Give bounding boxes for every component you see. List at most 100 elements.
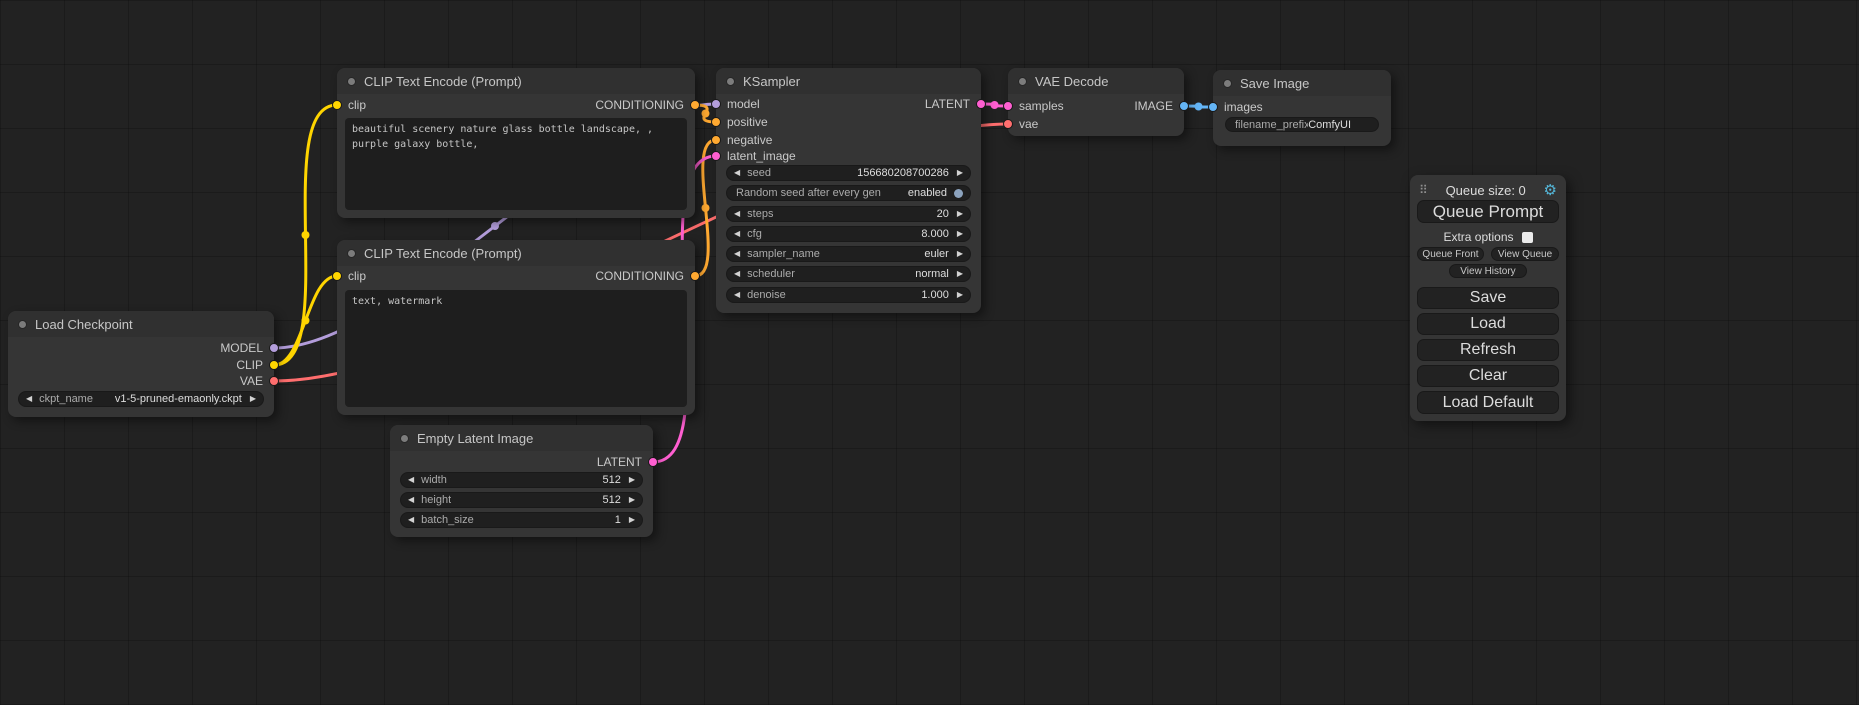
images-input-port[interactable] [1208,102,1218,112]
queue-front-button[interactable]: Queue Front [1417,247,1484,261]
refresh-button[interactable]: Refresh [1417,339,1559,361]
widget-seed[interactable]: ◀ seed 156680208700286 ▶ [726,165,971,181]
image-output-port[interactable] [1179,101,1189,111]
output-slot-latent[interactable]: LATENT [597,456,658,468]
node-title-bar[interactable]: CLIP Text Encode (Prompt) [337,68,695,94]
collapse-dot-icon[interactable] [347,249,356,258]
node-title-bar[interactable]: VAE Decode [1008,68,1184,94]
model-output-port[interactable] [269,343,279,353]
node-clip-text-encode-negative[interactable]: CLIP Text Encode (Prompt) clip CONDITION… [337,240,695,415]
toggle-dot-icon[interactable] [954,189,963,198]
input-slot-positive[interactable]: positive [711,116,768,128]
node-empty-latent-image[interactable]: Empty Latent Image LATENT ◀ width 512 ▶ … [390,425,653,537]
node-title-bar[interactable]: Load Checkpoint [8,311,274,337]
node-graph-canvas[interactable]: Load Checkpoint MODEL CLIP VAE ◀ ckpt_na… [0,0,1859,705]
load-default-button[interactable]: Load Default [1417,391,1559,414]
input-slot-clip[interactable]: clip [332,270,366,282]
node-title-bar[interactable]: Save Image [1213,70,1391,96]
increment-arrow-icon[interactable]: ▶ [957,291,963,299]
samples-input-port[interactable] [1003,101,1013,111]
input-slot-clip[interactable]: clip [332,99,366,111]
decrement-arrow-icon[interactable]: ◀ [734,230,740,238]
output-slot-clip[interactable]: CLIP [236,359,279,371]
node-title-bar[interactable]: CLIP Text Encode (Prompt) [337,240,695,266]
model-input-port[interactable] [711,99,721,109]
widget-batch-size[interactable]: ◀ batch_size 1 ▶ [400,512,643,528]
latent-output-port[interactable] [976,99,986,109]
clip-input-port[interactable] [332,100,342,110]
input-slot-images[interactable]: images [1208,101,1263,113]
negative-input-port[interactable] [711,135,721,145]
decrement-arrow-icon[interactable]: ◀ [734,250,740,258]
increment-arrow-icon[interactable]: ▶ [629,496,635,504]
widget-height[interactable]: ◀ height 512 ▶ [400,492,643,508]
conditioning-output-port[interactable] [690,271,700,281]
output-slot-image[interactable]: IMAGE [1134,100,1189,112]
widget-width[interactable]: ◀ width 512 ▶ [400,472,643,488]
view-queue-button[interactable]: View Queue [1491,247,1559,261]
collapse-dot-icon[interactable] [726,77,735,86]
load-button[interactable]: Load [1417,313,1559,335]
node-title-bar[interactable]: Empty Latent Image [390,425,653,451]
collapse-dot-icon[interactable] [400,434,409,443]
widget-denoise[interactable]: ◀ denoise 1.000 ▶ [726,287,971,303]
widget-cfg[interactable]: ◀ cfg 8.000 ▶ [726,226,971,242]
increment-arrow-icon[interactable]: ▶ [629,476,635,484]
input-slot-vae[interactable]: vae [1003,118,1038,130]
input-slot-samples[interactable]: samples [1003,100,1064,112]
increment-arrow-icon[interactable]: ▶ [957,270,963,278]
increment-arrow-icon[interactable]: ▶ [250,395,256,403]
widget-random-seed-toggle[interactable]: Random seed after every gen enabled [726,185,971,201]
increment-arrow-icon[interactable]: ▶ [957,250,963,258]
collapse-dot-icon[interactable] [1223,79,1232,88]
node-title-bar[interactable]: KSampler [716,68,981,94]
increment-arrow-icon[interactable]: ▶ [957,230,963,238]
decrement-arrow-icon[interactable]: ◀ [408,496,414,504]
decrement-arrow-icon[interactable]: ◀ [734,210,740,218]
latent-image-input-port[interactable] [711,151,721,161]
collapse-dot-icon[interactable] [1018,77,1027,86]
increment-arrow-icon[interactable]: ▶ [957,210,963,218]
save-button[interactable]: Save [1417,287,1559,309]
node-save-image[interactable]: Save Image images filename_prefix ComfyU… [1213,70,1391,146]
clear-button[interactable]: Clear [1417,365,1559,387]
decrement-arrow-icon[interactable]: ◀ [734,291,740,299]
widget-filename-prefix[interactable]: filename_prefix ComfyUI [1225,117,1379,132]
extra-options-checkbox[interactable] [1522,232,1533,243]
drag-handle-icon[interactable]: ⠿ [1419,183,1428,197]
prompt-textarea[interactable]: beautiful scenery nature glass bottle la… [345,118,687,210]
node-load-checkpoint[interactable]: Load Checkpoint MODEL CLIP VAE ◀ ckpt_na… [8,311,274,417]
queue-prompt-button[interactable]: Queue Prompt [1417,200,1559,223]
positive-input-port[interactable] [711,117,721,127]
node-clip-text-encode-positive[interactable]: CLIP Text Encode (Prompt) clip CONDITION… [337,68,695,218]
output-slot-model[interactable]: MODEL [220,342,279,354]
decrement-arrow-icon[interactable]: ◀ [408,516,414,524]
settings-gear-icon[interactable]: ⚙ [1544,183,1557,198]
output-slot-conditioning[interactable]: CONDITIONING [595,99,700,111]
decrement-arrow-icon[interactable]: ◀ [408,476,414,484]
increment-arrow-icon[interactable]: ▶ [957,169,963,177]
widget-scheduler[interactable]: ◀ scheduler normal ▶ [726,266,971,282]
output-slot-conditioning[interactable]: CONDITIONING [595,270,700,282]
latent-output-port[interactable] [648,457,658,467]
clip-output-port[interactable] [269,360,279,370]
output-slot-vae[interactable]: VAE [240,375,279,387]
decrement-arrow-icon[interactable]: ◀ [734,270,740,278]
node-vae-decode[interactable]: VAE Decode samples vae IMAGE [1008,68,1184,136]
node-ksampler[interactable]: KSampler model positive negative latent_… [716,68,981,313]
widget-ckpt-name[interactable]: ◀ ckpt_name v1-5-pruned-emaonly.ckpt ▶ [18,391,264,407]
decrement-arrow-icon[interactable]: ◀ [26,395,32,403]
widget-steps[interactable]: ◀ steps 20 ▶ [726,206,971,222]
clip-input-port[interactable] [332,271,342,281]
collapse-dot-icon[interactable] [347,77,356,86]
prompt-textarea[interactable]: text, watermark [345,290,687,407]
increment-arrow-icon[interactable]: ▶ [629,516,635,524]
decrement-arrow-icon[interactable]: ◀ [734,169,740,177]
widget-sampler-name[interactable]: ◀ sampler_name euler ▶ [726,246,971,262]
vae-input-port[interactable] [1003,119,1013,129]
input-slot-negative[interactable]: negative [711,134,772,146]
input-slot-latent-image[interactable]: latent_image [711,150,796,162]
vae-output-port[interactable] [269,376,279,386]
view-history-button[interactable]: View History [1449,264,1527,278]
input-slot-model[interactable]: model [711,98,760,110]
